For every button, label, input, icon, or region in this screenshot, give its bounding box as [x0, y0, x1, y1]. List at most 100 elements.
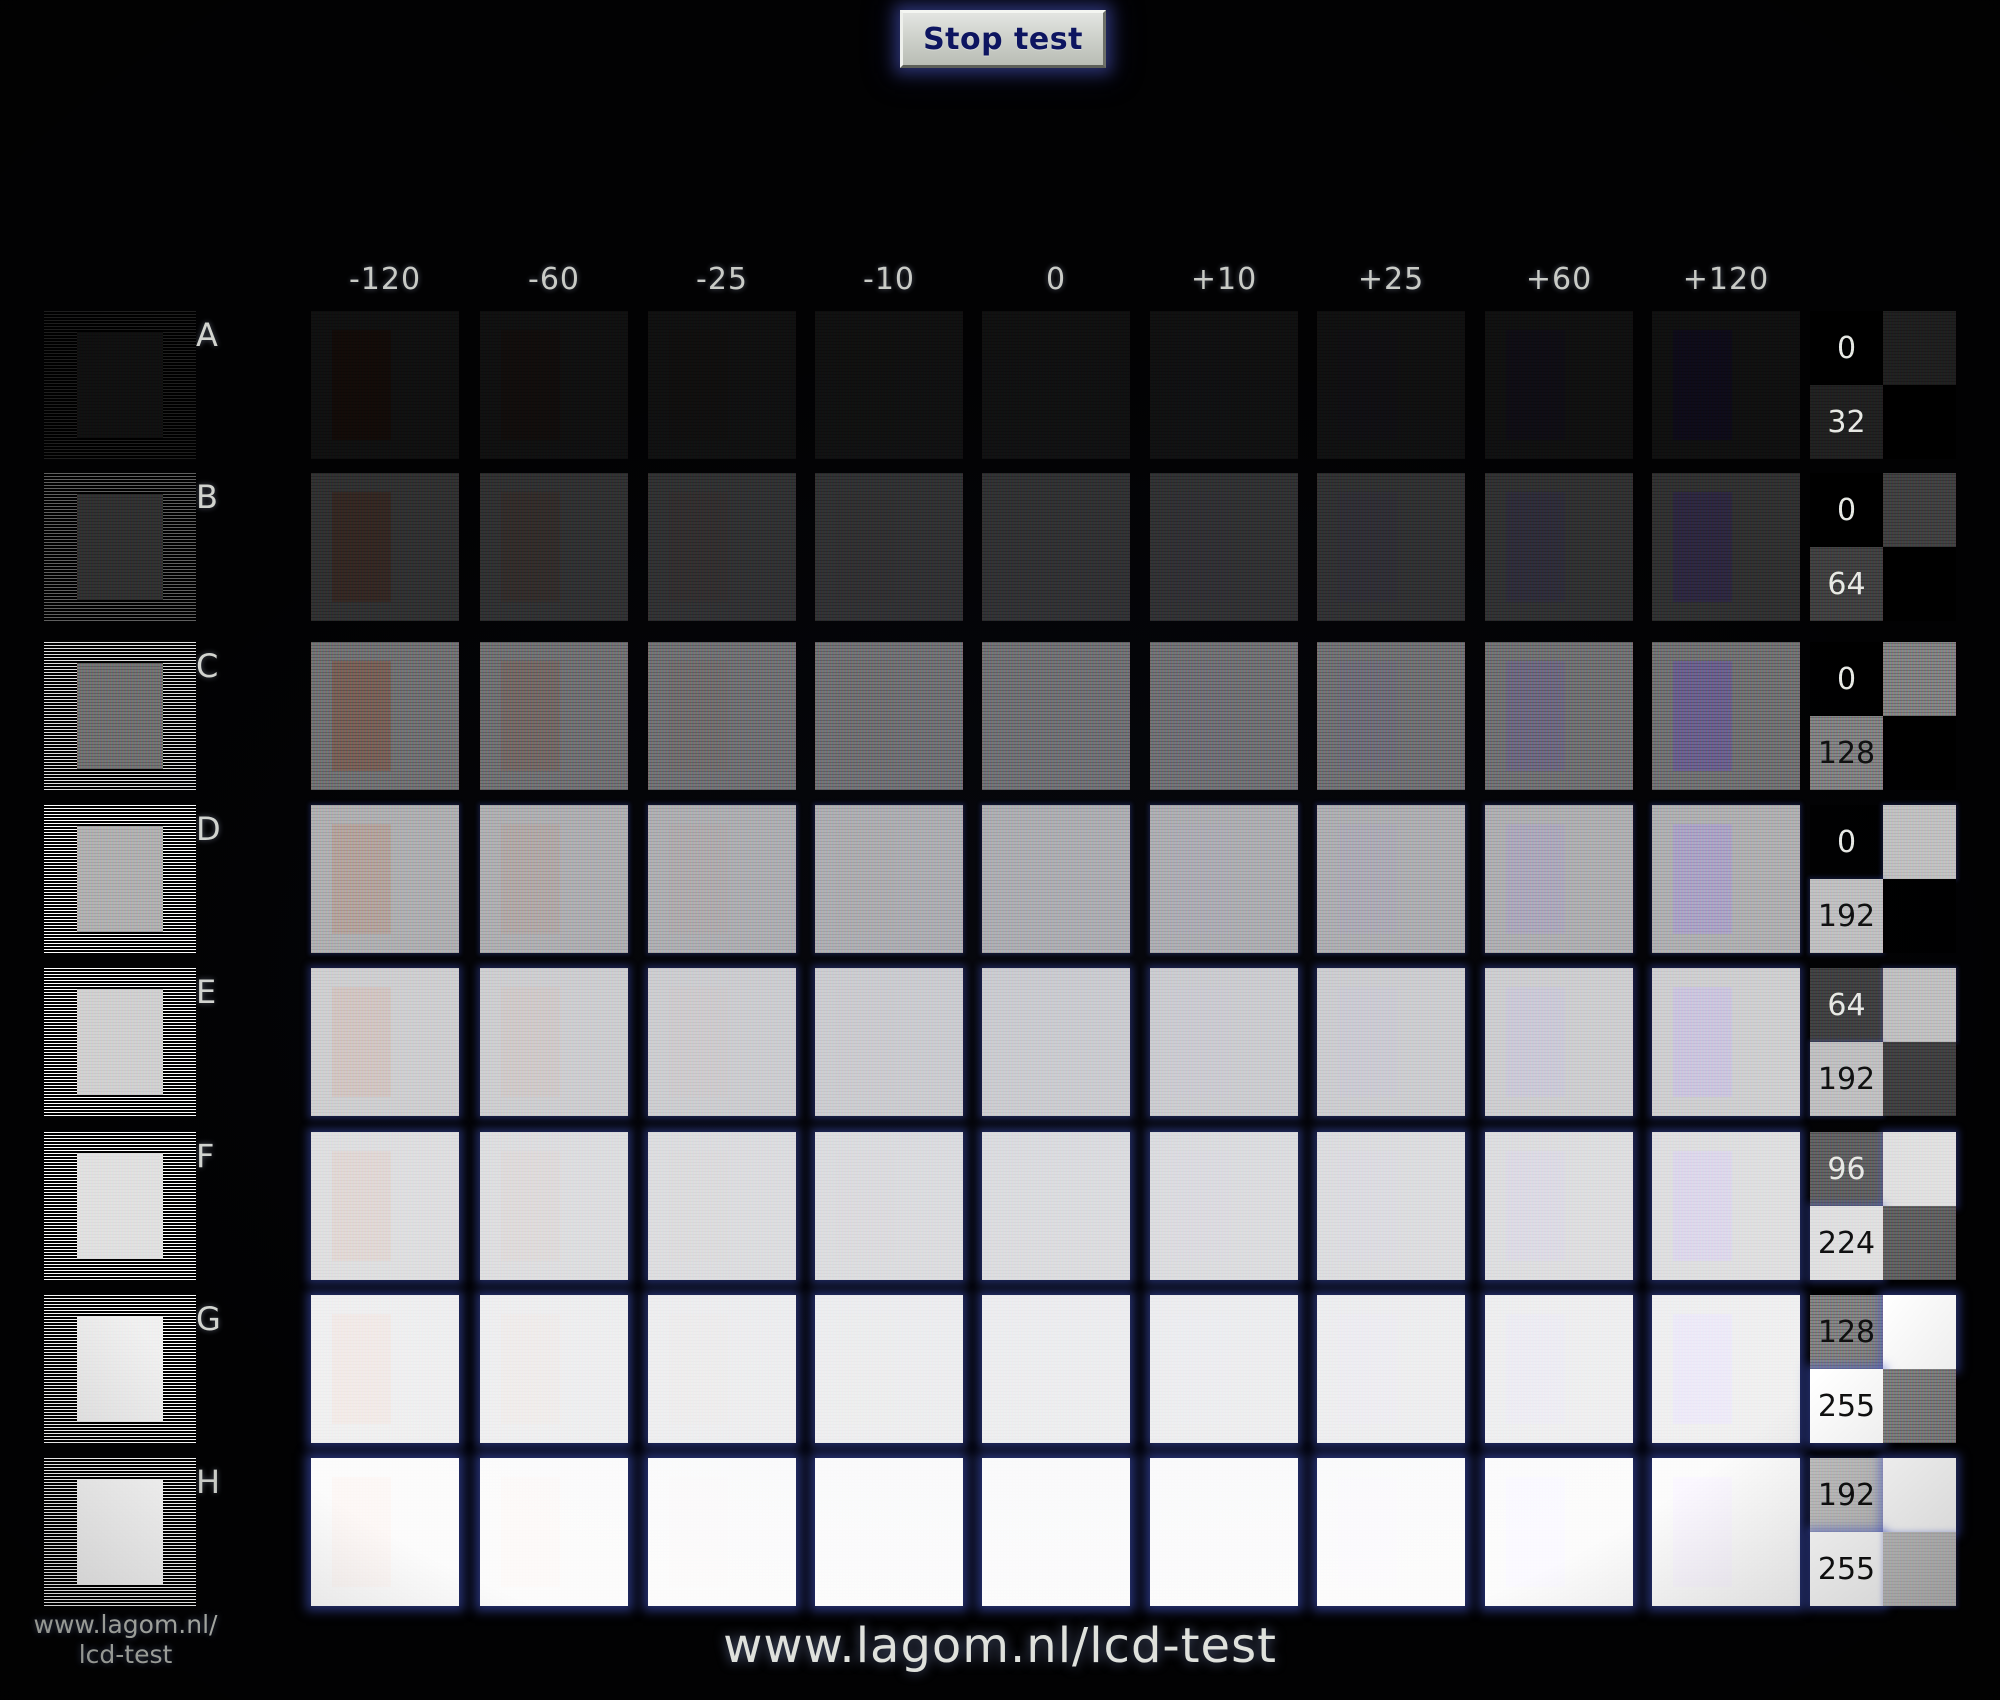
reference-strip-c — [44, 642, 196, 790]
checkerboard-d: 0 192 — [1810, 805, 1956, 953]
checker-dark-square — [1883, 1206, 1956, 1280]
patch-inner-square — [500, 661, 560, 771]
patch-inner-square — [1672, 492, 1732, 602]
patch-inner-square — [835, 661, 895, 771]
patch-cell-a-p120 — [1652, 311, 1800, 459]
patch-inner-square — [668, 1151, 728, 1261]
patch-inner-square — [1337, 330, 1397, 440]
checker-light-label: 64 — [1810, 547, 1883, 621]
patch-cell-g-m25 — [648, 1295, 796, 1443]
patch-cell-e-p60 — [1485, 968, 1633, 1116]
patch-cell-f-p120 — [1652, 1132, 1800, 1280]
checker-light-label: 192 — [1810, 1042, 1883, 1116]
reference-strip-d — [44, 805, 196, 953]
reference-strip-solid-patch — [77, 662, 163, 770]
patch-inner-square — [1505, 1314, 1565, 1424]
checkerboard-e: 64 192 — [1810, 968, 1956, 1116]
patch-cell-b-m25 — [648, 473, 796, 621]
checker-dark-label: 192 — [1810, 1458, 1883, 1532]
patch-cell-h-p10 — [1150, 1458, 1298, 1606]
patch-cell-e-p25 — [1317, 968, 1465, 1116]
patch-inner-square — [1002, 492, 1062, 602]
patch-inner-square — [1505, 824, 1565, 934]
patch-inner-square — [1170, 987, 1230, 1097]
patch-inner-square — [1170, 1477, 1230, 1587]
checkerboard-b: 0 64 — [1810, 473, 1956, 621]
patch-cell-e-0 — [982, 968, 1130, 1116]
row-label-f: F — [196, 1137, 215, 1175]
checker-light-square — [1883, 1295, 1956, 1369]
column-header-+120: +120 — [1682, 262, 1770, 297]
patch-inner-square — [835, 1151, 895, 1261]
patch-inner-square — [331, 1314, 391, 1424]
patch-inner-square — [1505, 661, 1565, 771]
patch-cell-g-m60 — [480, 1295, 628, 1443]
patch-inner-square — [1672, 824, 1732, 934]
patch-inner-square — [1672, 1151, 1732, 1261]
column-header--120: -120 — [348, 262, 422, 297]
patch-inner-square — [1505, 1477, 1565, 1587]
patch-inner-square — [500, 987, 560, 1097]
checker-light-square — [1883, 311, 1956, 385]
checker-dark-label: 0 — [1810, 311, 1883, 385]
checker-light-square — [1883, 968, 1956, 1042]
reference-strip-solid-patch — [77, 988, 163, 1096]
patch-inner-square — [668, 1477, 728, 1587]
patch-cell-b-m120 — [311, 473, 459, 621]
patch-inner-square — [500, 824, 560, 934]
patch-cell-g-m10 — [815, 1295, 963, 1443]
reference-strip-solid-patch — [77, 1152, 163, 1260]
patch-cell-c-p60 — [1485, 642, 1633, 790]
patch-cell-c-0 — [982, 642, 1130, 790]
column-header--60: -60 — [528, 262, 580, 297]
reference-strip-solid-patch — [77, 331, 163, 439]
patch-cell-e-m120 — [311, 968, 459, 1116]
row-label-b: B — [196, 478, 218, 516]
column-header-+60: +60 — [1525, 262, 1593, 297]
patch-inner-square — [500, 1314, 560, 1424]
checker-light-label: 128 — [1810, 716, 1883, 790]
patch-inner-square — [668, 330, 728, 440]
patch-cell-h-p120 — [1652, 1458, 1800, 1606]
patch-inner-square — [835, 1314, 895, 1424]
patch-cell-g-0 — [982, 1295, 1130, 1443]
patch-cell-a-0 — [982, 311, 1130, 459]
corner-url: www.lagom.nl/ lcd-test — [18, 1610, 233, 1669]
checkerboard-c: 0 128 — [1810, 642, 1956, 790]
stop-test-button[interactable]: Stop test — [900, 10, 1106, 68]
patch-cell-d-m60 — [480, 805, 628, 953]
patch-cell-d-p60 — [1485, 805, 1633, 953]
patch-cell-a-p25 — [1317, 311, 1465, 459]
checker-light-square — [1883, 1132, 1956, 1206]
patch-cell-e-p120 — [1652, 968, 1800, 1116]
reference-strip-solid-patch — [77, 825, 163, 933]
patch-inner-square — [1170, 1151, 1230, 1261]
checker-light-label: 255 — [1810, 1532, 1883, 1606]
stop-test-label: Stop test — [923, 21, 1083, 57]
checkerboard-a: 0 32 — [1810, 311, 1956, 459]
row-label-h: H — [196, 1463, 221, 1501]
patch-cell-h-p60 — [1485, 1458, 1633, 1606]
patch-inner-square — [1002, 824, 1062, 934]
patch-inner-square — [835, 987, 895, 1097]
patch-inner-square — [500, 1151, 560, 1261]
patch-cell-b-m60 — [480, 473, 628, 621]
patch-inner-square — [331, 1151, 391, 1261]
patch-inner-square — [331, 330, 391, 440]
patch-cell-f-p60 — [1485, 1132, 1633, 1280]
patch-inner-square — [1337, 1314, 1397, 1424]
patch-cell-e-m60 — [480, 968, 628, 1116]
patch-inner-square — [1002, 661, 1062, 771]
patch-cell-h-m25 — [648, 1458, 796, 1606]
patch-inner-square — [1002, 1477, 1062, 1587]
patch-cell-d-m10 — [815, 805, 963, 953]
patch-cell-c-m25 — [648, 642, 796, 790]
checker-dark-label: 96 — [1810, 1132, 1883, 1206]
row-label-e: E — [196, 973, 217, 1011]
footer-url: www.lagom.nl/lcd-test — [723, 1618, 1277, 1674]
patch-inner-square — [1002, 987, 1062, 1097]
patch-cell-b-0 — [982, 473, 1130, 621]
patch-inner-square — [1170, 492, 1230, 602]
checker-dark-square — [1883, 716, 1956, 790]
patch-cell-d-p25 — [1317, 805, 1465, 953]
